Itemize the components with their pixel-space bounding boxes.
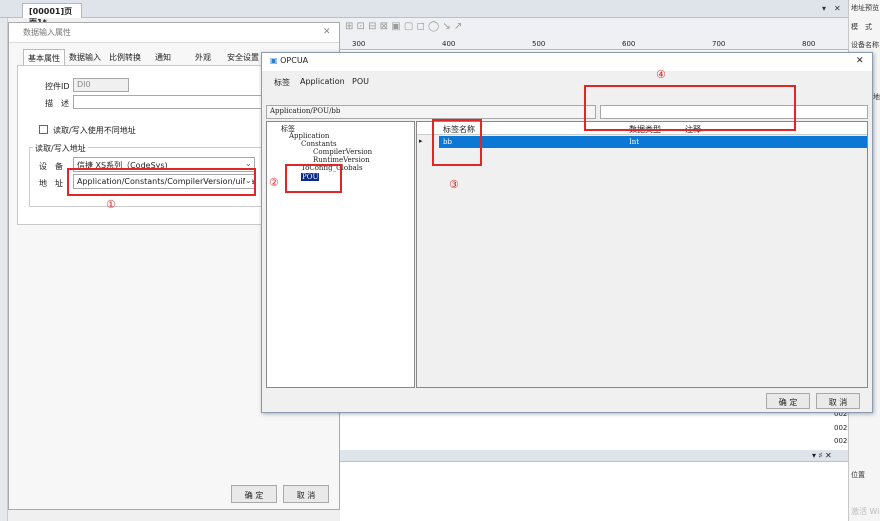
menu-pou[interactable]: POU bbox=[352, 77, 369, 86]
tree-node[interactable]: Application bbox=[289, 132, 329, 140]
panel-title: 地址预览 bbox=[851, 4, 879, 12]
opcua-title-bar: ▣ OPCUA bbox=[262, 53, 872, 71]
tab-security[interactable]: 安全设置 bbox=[223, 49, 263, 65]
tag-grid[interactable]: 标签名称 数据类型 注释 ▸ bb Int bbox=[416, 121, 868, 388]
menu-tags[interactable]: 标签 bbox=[274, 77, 290, 88]
ruler-tick: 700 bbox=[712, 40, 726, 48]
different-address-checkbox[interactable] bbox=[39, 125, 48, 134]
opcua-cancel-button[interactable]: 取 消 bbox=[816, 393, 860, 409]
document-tab-bar bbox=[0, 0, 848, 18]
annotation-2: ② bbox=[269, 176, 279, 189]
ruler-tick: 300 bbox=[352, 40, 366, 48]
tab-basic[interactable]: 基本属性 bbox=[23, 49, 65, 65]
dialog-close-icon[interactable]: ✕ bbox=[323, 27, 331, 37]
vertical-ruler bbox=[0, 18, 8, 521]
position-label: 位置 bbox=[851, 471, 865, 479]
annotation-3: ③ bbox=[449, 178, 459, 191]
ruler-tick: 500 bbox=[532, 40, 546, 48]
window-dropdown-icon[interactable]: ▾ bbox=[822, 4, 826, 13]
control-id-label: 控件ID bbox=[45, 82, 70, 91]
annotation-box-2 bbox=[285, 164, 342, 193]
bottom-panel-controls[interactable]: ▾ ♯ ✕ bbox=[812, 451, 832, 460]
tab-appearance[interactable]: 外观 bbox=[191, 49, 215, 65]
annotation-4: ④ bbox=[656, 68, 666, 81]
tree-node[interactable]: CompilerVersion bbox=[313, 148, 372, 156]
cell-type: Int bbox=[629, 138, 640, 146]
tab-notify[interactable]: 通知 bbox=[151, 49, 175, 65]
app-icon: ▣ bbox=[270, 56, 278, 65]
tab-page1[interactable]: [00001]页面1* bbox=[22, 3, 82, 27]
bottom-panel-header bbox=[340, 450, 848, 462]
ruler-tick: 600 bbox=[622, 40, 636, 48]
tag-tree[interactable]: 标签 Application Constants CompilerVersion… bbox=[266, 121, 415, 388]
annotation-1: ① bbox=[106, 198, 116, 211]
control-id-field: DI0 bbox=[73, 78, 129, 92]
opcua-ok-button[interactable]: 确 定 bbox=[766, 393, 810, 409]
window-close-icon[interactable]: ✕ bbox=[834, 4, 841, 13]
tab-data-input[interactable]: 数据输入 bbox=[65, 49, 105, 65]
annotation-box-4 bbox=[584, 85, 796, 131]
group-label: 读取/写入地址 bbox=[33, 143, 88, 154]
address-label: 地 址 bbox=[39, 179, 63, 188]
checkbox-label: 读取/写入使用不同地址 bbox=[53, 126, 136, 135]
horizontal-ruler: ⊞ ⊡ ⊟ ⊠ ▣ ▢ ◻ ◯ ↘ ↗ 300 400 500 600 700 … bbox=[340, 18, 848, 50]
tree-node[interactable]: Constants bbox=[301, 140, 337, 148]
description-label: 描 述 bbox=[45, 99, 69, 108]
annotation-box-3 bbox=[432, 119, 482, 166]
watermark: 激活 Win bbox=[851, 507, 880, 516]
panel-field-label: 设备名称 bbox=[851, 41, 879, 49]
opcua-title: OPCUA bbox=[280, 56, 309, 65]
device-label: 设 备 bbox=[39, 162, 63, 171]
ruler-tick: 400 bbox=[442, 40, 456, 48]
tree-node[interactable]: RuntimeVersion bbox=[313, 156, 370, 164]
row-pointer-icon: ▸ bbox=[419, 137, 423, 145]
menu-application[interactable]: Application bbox=[300, 77, 345, 86]
toolbar-icons: ⊞ ⊡ ⊟ ⊠ ▣ ▢ ◻ ◯ ↘ ↗ bbox=[345, 21, 463, 32]
opcua-close-icon[interactable]: ✕ bbox=[856, 56, 864, 66]
panel-field-label: 模 式 bbox=[851, 23, 872, 31]
path-field[interactable]: Application/POU/bb bbox=[266, 105, 596, 119]
cancel-button[interactable]: 取 消 bbox=[283, 485, 329, 503]
panel-field-label: 地 bbox=[873, 93, 880, 101]
chevron-down-icon: ⌄ bbox=[245, 159, 252, 168]
ok-button[interactable]: 确 定 bbox=[231, 485, 277, 503]
table-row[interactable] bbox=[439, 136, 867, 148]
tab-scale[interactable]: 比例转换 bbox=[105, 49, 145, 65]
annotation-box-1 bbox=[67, 168, 256, 196]
ruler-tick: 800 bbox=[802, 40, 816, 48]
dialog-title: 数据输入属性 bbox=[9, 23, 339, 43]
